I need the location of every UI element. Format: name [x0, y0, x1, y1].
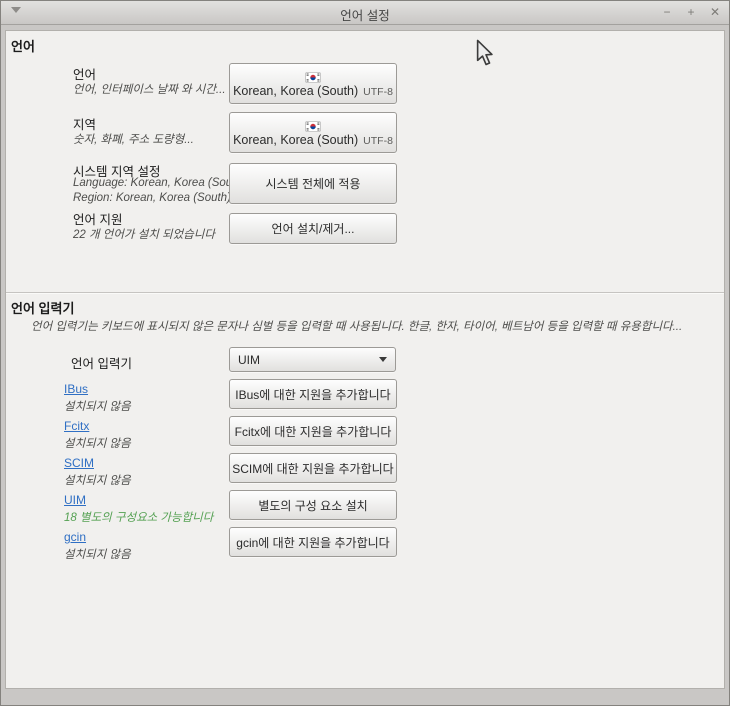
region-select-button[interactable]: Korean, Korea (South) UTF-8	[229, 112, 397, 153]
south-korea-flag-icon	[305, 121, 321, 132]
fcitx-link[interactable]: Fcitx	[64, 419, 89, 433]
apply-system-wide-button[interactable]: 시스템 전체에 적용	[229, 163, 397, 204]
gcin-status: 설치되지 않음	[64, 549, 131, 561]
gcin-add-support-button[interactable]: gcin에 대한 지원을 추가합니다	[229, 527, 397, 557]
maximize-button[interactable]: +	[685, 1, 697, 24]
fcitx-status: 설치되지 않음	[64, 438, 131, 450]
language-subtitle: 언어, 인터페이스 날짜 와 시간...	[73, 84, 226, 96]
chevron-down-icon	[379, 357, 387, 362]
scim-status: 설치되지 않음	[64, 475, 131, 487]
system-locale-line1: Language: Korean, Korea (South)	[73, 177, 246, 189]
language-button-value: Korean, Korea (South)	[233, 84, 359, 98]
region-button-value: Korean, Korea (South)	[233, 133, 359, 147]
input-method-dropdown[interactable]: UIM	[229, 347, 396, 372]
section-divider	[6, 292, 724, 294]
close-button[interactable]: ✕	[709, 1, 721, 24]
install-remove-languages-button[interactable]: 언어 설치/제거...	[229, 213, 397, 244]
window-title: 언어 설정	[340, 9, 390, 23]
south-korea-flag-icon	[305, 72, 321, 83]
ibus-status: 설치되지 않음	[64, 401, 131, 413]
input-method-description: 언어 입력기는 키보드에 표시되지 않은 문자나 심벌 등을 입력할 때 사용됩…	[31, 321, 683, 333]
language-section-header: 언어	[11, 39, 35, 54]
uim-status: 18 별도의 구성요소 가능합니다	[64, 512, 214, 524]
language-button-encoding: UTF-8	[363, 86, 393, 98]
input-method-selector-label: 언어 입력기	[71, 357, 132, 371]
language-select-button[interactable]: Korean, Korea (South) UTF-8	[229, 63, 397, 104]
language-support-subtitle: 22 개 언어가 설치 되었습니다	[73, 229, 215, 241]
input-method-section-header: 언어 입력기	[11, 301, 75, 316]
system-locale-line2: Region: Korean, Korea (South)	[73, 192, 231, 204]
region-subtitle: 숫자, 화폐, 주소 도량형...	[73, 134, 194, 146]
minimize-button[interactable]: −	[661, 1, 673, 24]
uim-link[interactable]: UIM	[64, 493, 86, 507]
input-method-dropdown-value: UIM	[238, 352, 260, 367]
scim-link[interactable]: SCIM	[64, 456, 94, 470]
titlebar[interactable]: 언어 설정 − + ✕	[1, 1, 729, 25]
uim-install-components-button[interactable]: 별도의 구성 요소 설치	[229, 490, 397, 520]
ibus-link[interactable]: IBus	[64, 382, 88, 396]
language-settings-window: 언어 설정 − + ✕ 언어 언어 언어, 인터페이스 날짜 와 시간... K…	[0, 0, 730, 706]
fcitx-add-support-button[interactable]: Fcitx에 대한 지원을 추가합니다	[229, 416, 397, 446]
region-button-encoding: UTF-8	[363, 135, 393, 147]
ibus-add-support-button[interactable]: IBus에 대한 지원을 추가합니다	[229, 379, 397, 409]
gcin-link[interactable]: gcin	[64, 530, 86, 544]
scim-add-support-button[interactable]: SCIM에 대한 지원을 추가합니다	[229, 453, 397, 483]
